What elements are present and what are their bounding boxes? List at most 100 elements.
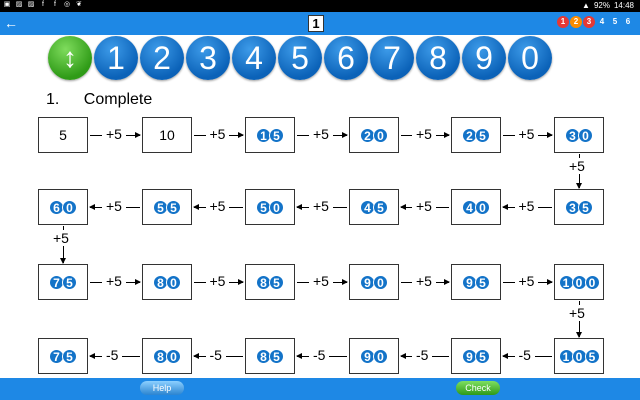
digit-balls: 50 xyxy=(256,199,284,215)
digit-balls: 55 xyxy=(153,199,181,215)
page-number: 1 xyxy=(308,15,324,32)
operator-label: +5 xyxy=(205,126,230,142)
operator-label: +5 xyxy=(309,198,333,214)
operator-label: +5 xyxy=(102,198,126,214)
answer-box[interactable]: 95 xyxy=(451,264,501,300)
digit-ball: 0 xyxy=(584,274,600,290)
operator-label: +5 xyxy=(309,126,333,142)
answer-box[interactable]: 80 xyxy=(142,264,192,300)
facebook-icon: f xyxy=(42,1,44,8)
digit-ball: 5 xyxy=(62,348,77,364)
digit-balls: 40 xyxy=(462,199,490,215)
answer-box[interactable]: 85 xyxy=(245,264,295,300)
digit-ball: 5 xyxy=(269,274,284,290)
digit-ball: 5 xyxy=(166,199,181,215)
toggle-arrow-icon[interactable]: ↕ xyxy=(48,36,92,80)
operator-label: -5 xyxy=(514,347,535,363)
answer-box[interactable]: 95 xyxy=(451,338,501,374)
answer-box[interactable]: 35 xyxy=(554,189,604,225)
digit-ball: 5 xyxy=(475,127,490,143)
task-title: Complete xyxy=(83,91,153,108)
digit-button-2[interactable]: 2 xyxy=(140,36,184,80)
back-arrow-icon[interactable]: ← xyxy=(2,14,20,32)
answer-box[interactable]: 30 xyxy=(554,117,604,153)
answer-box[interactable]: 60 xyxy=(38,189,88,225)
answer-box[interactable]: 80 xyxy=(142,338,192,374)
digit-button-6[interactable]: 6 xyxy=(324,36,368,80)
facebook-icon: f xyxy=(54,1,56,8)
operator-label: +5 xyxy=(514,198,539,214)
answer-box[interactable]: 90 xyxy=(349,264,399,300)
digit-balls: 45 xyxy=(360,199,388,215)
logo-digit: 1 xyxy=(557,16,569,28)
digit-ball: 0 xyxy=(62,199,77,215)
digit-balls: 85 xyxy=(256,274,284,290)
digit-ball: 5 xyxy=(373,199,388,215)
operator-label: +5 xyxy=(412,273,436,289)
answer-box[interactable]: 75 xyxy=(38,264,88,300)
answer-box[interactable]: 45 xyxy=(349,189,399,225)
digit-ball: 5 xyxy=(62,274,77,290)
digit-button-0[interactable]: 0 xyxy=(508,36,552,80)
answer-box[interactable]: 40 xyxy=(451,189,501,225)
operator-label: -5 xyxy=(309,347,330,363)
operator-label: +5 xyxy=(514,273,539,289)
digit-balls: 25 xyxy=(462,127,490,143)
digit-balls: 100 xyxy=(558,274,600,290)
digit-balls: 75 xyxy=(49,348,77,364)
answer-box[interactable]: 50 xyxy=(245,189,295,225)
check-button[interactable]: Check xyxy=(456,381,500,395)
digit-button-9[interactable]: 9 xyxy=(462,36,506,80)
digit-balls: 90 xyxy=(360,274,388,290)
task-number: 1. xyxy=(46,91,60,108)
answer-box[interactable]: 15 xyxy=(245,117,295,153)
digit-ball: 0 xyxy=(373,274,388,290)
operator-label: +5 xyxy=(412,126,436,142)
answer-box: 10 xyxy=(142,117,192,153)
digit-balls: 80 xyxy=(153,348,181,364)
signal-icon: ▲ xyxy=(582,1,590,10)
operator-label: -5 xyxy=(205,347,226,363)
digit-button-8[interactable]: 8 xyxy=(416,36,460,80)
digit-ball: 0 xyxy=(578,127,593,143)
bottom-bar: Help Check xyxy=(0,378,640,400)
app-bar: ← 1 123456 xyxy=(0,12,640,35)
logo-digit: 6 xyxy=(622,16,634,28)
logo-digit: 3 xyxy=(583,16,595,28)
answer-box[interactable]: 75 xyxy=(38,338,88,374)
answer-box: 5 xyxy=(38,117,88,153)
answer-box[interactable]: 90 xyxy=(349,338,399,374)
digit-balls: 95 xyxy=(462,348,490,364)
digit-balls: 60 xyxy=(49,199,77,215)
answer-box[interactable]: 55 xyxy=(142,189,192,225)
digit-balls: 105 xyxy=(558,348,600,364)
digit-balls: 80 xyxy=(153,274,181,290)
operator-label: +5 xyxy=(567,305,587,321)
digit-button-4[interactable]: 4 xyxy=(232,36,276,80)
status-bar: ▣ ▨ ▨ f f ◎ ❦ ▲ 92% 14:48 xyxy=(0,0,640,12)
answer-box[interactable]: 100 xyxy=(554,264,604,300)
digit-button-7[interactable]: 7 xyxy=(370,36,414,80)
digit-button-1[interactable]: 1 xyxy=(94,36,138,80)
instagram-icon: ◎ xyxy=(63,1,71,8)
clock: 14:48 xyxy=(613,1,634,10)
digit-button-3[interactable]: 3 xyxy=(186,36,230,80)
answer-box[interactable]: 25 xyxy=(451,117,501,153)
digit-ball: 5 xyxy=(578,199,593,215)
status-indicators: ▲ 92% 14:48 xyxy=(582,1,634,11)
answer-box[interactable]: 105 xyxy=(554,338,604,374)
image-icon: ▨ xyxy=(15,1,23,8)
operator-label: +5 xyxy=(205,273,230,289)
help-button[interactable]: Help xyxy=(140,381,184,395)
digit-ball: 5 xyxy=(269,348,284,364)
operator-label: +5 xyxy=(309,273,333,289)
answer-box[interactable]: 20 xyxy=(349,117,399,153)
digit-balls: 35 xyxy=(565,199,593,215)
digit-ball: 0 xyxy=(373,127,388,143)
digit-ball: 0 xyxy=(373,348,388,364)
digit-balls: 95 xyxy=(462,274,490,290)
logo-digit: 2 xyxy=(570,16,582,28)
task-heading: 1. Complete xyxy=(46,91,152,109)
answer-box[interactable]: 85 xyxy=(245,338,295,374)
digit-button-5[interactable]: 5 xyxy=(278,36,322,80)
